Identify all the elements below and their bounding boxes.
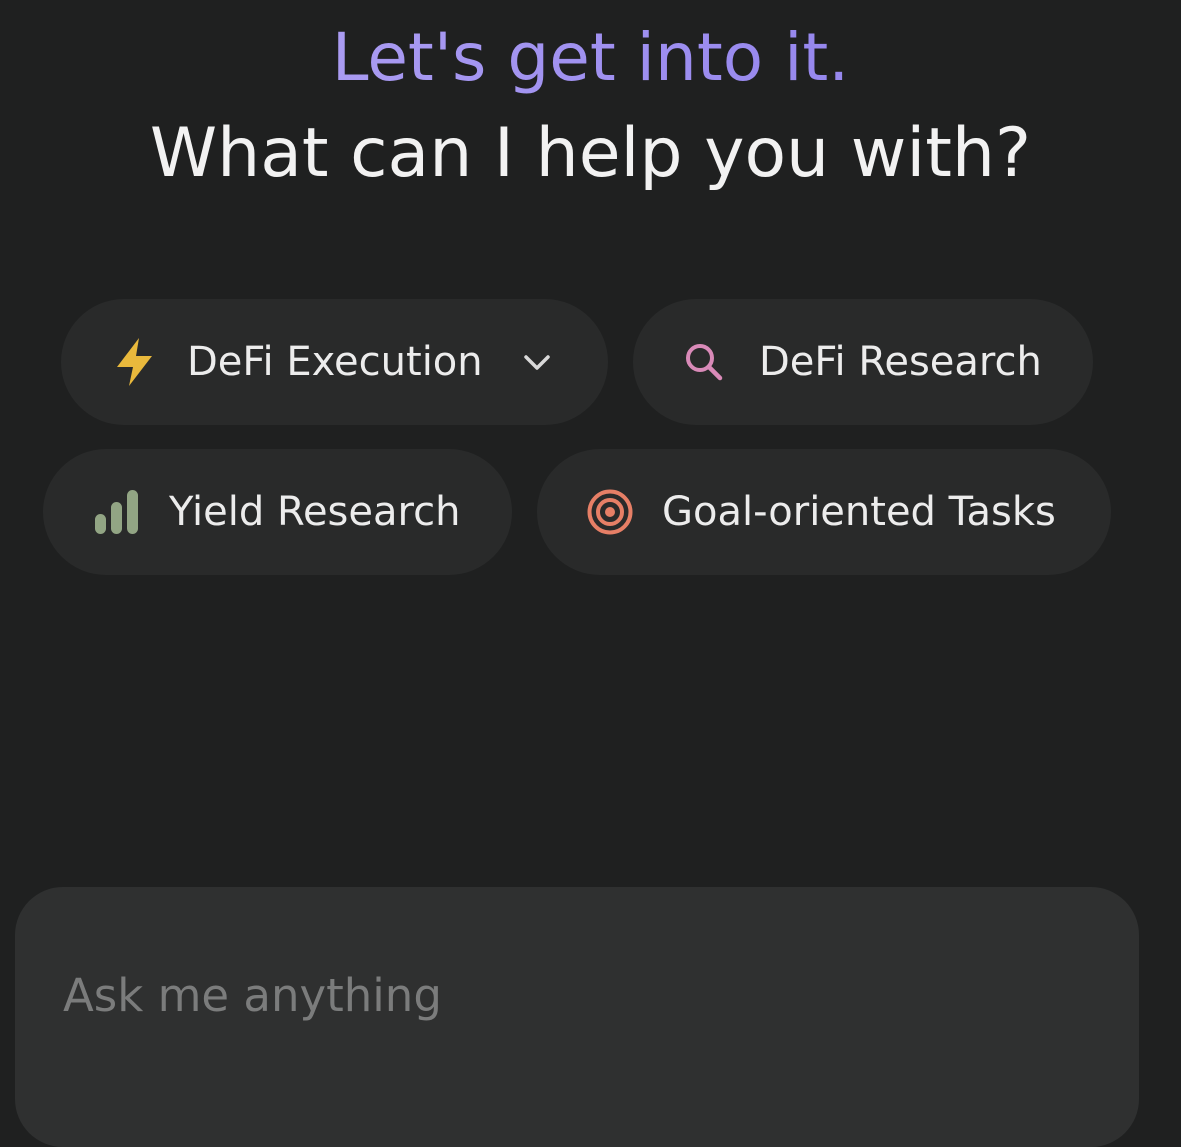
yield-research-label: Yield Research (169, 489, 461, 535)
search-icon (683, 341, 725, 383)
defi-execution-chip[interactable]: DeFi Execution (61, 299, 608, 425)
goal-oriented-tasks-label: Goal-oriented Tasks (662, 489, 1056, 535)
question-heading: What can I help you with? (149, 114, 1032, 193)
target-icon (586, 488, 634, 536)
defi-research-label: DeFi Research (759, 339, 1042, 385)
yield-research-chip[interactable]: Yield Research (43, 449, 512, 575)
defi-execution-label: DeFi Execution (187, 339, 483, 385)
greeting-heading: Let's get into it. (0, 18, 1181, 98)
chevron-down-icon[interactable] (521, 350, 553, 374)
ask-input[interactable] (63, 963, 1063, 1027)
defi-research-chip[interactable]: DeFi Research (633, 299, 1093, 425)
message-composer (15, 887, 1139, 1147)
bar-chart-icon (93, 488, 141, 536)
goal-oriented-tasks-chip[interactable]: Goal-oriented Tasks (537, 449, 1111, 575)
lightning-bolt-icon (111, 335, 159, 389)
